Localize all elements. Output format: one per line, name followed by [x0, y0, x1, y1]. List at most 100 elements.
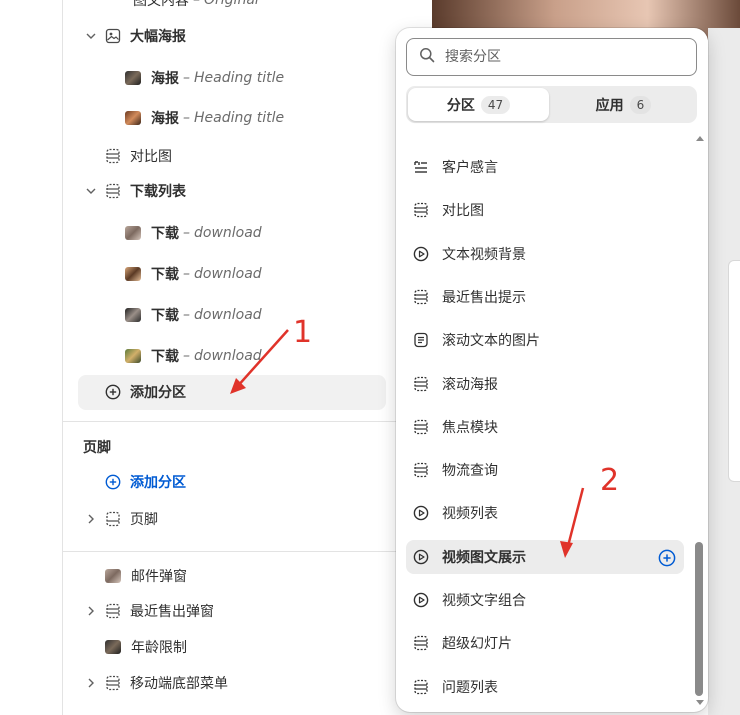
tree-item-label: 下载列表 [130, 184, 186, 200]
section-list-item[interactable]: 问题列表 [406, 670, 684, 704]
tree-item-recent-sold-popup[interactable]: 最近售出弹窗 [105, 594, 214, 628]
tree-item-label: 下载 [151, 308, 179, 324]
footer-group-heading: 页脚 [83, 430, 111, 464]
tree-item-age-gate[interactable]: 年龄限制 [105, 630, 187, 664]
download-thumbnail [125, 308, 141, 322]
tree-item-footer[interactable]: 页脚 [105, 502, 158, 536]
chevron-right-icon[interactable] [83, 603, 99, 619]
section-picker-popover: 分区 47 应用 6 客户感言对比图文本视频背景最近售出提示滚动文本的图片滚动海… [396, 28, 708, 712]
tree-item-subtitle: download [194, 266, 262, 282]
section-icon [413, 635, 429, 651]
tree-block-download[interactable]: 下载 – download [125, 257, 262, 291]
tree-item-subtitle: Heading title [194, 110, 285, 126]
section-list-item[interactable]: 滚动海报 [406, 367, 684, 401]
add-section-plus-icon[interactable] [658, 549, 676, 567]
tree-item-label: 大幅海报 [130, 29, 186, 45]
section-list-item-label: 超级幻灯片 [442, 636, 512, 653]
download-thumbnail [125, 349, 141, 363]
plus-circle-icon [105, 384, 121, 400]
tab-apps[interactable]: 应用 6 [552, 88, 695, 121]
section-list-item[interactable]: 视频图文展示 [406, 539, 684, 574]
sections-tree: 图文内容 – Original 大幅海报 海报 – Heading title … [62, 0, 423, 715]
section-list-item-label: 视频列表 [442, 506, 498, 523]
tree-item-mobile-bottom-menu[interactable]: 移动端底部菜单 [105, 666, 228, 700]
section-list-item-label: 客户感言 [442, 160, 498, 176]
tree-item-subtitle: Heading title [194, 70, 285, 86]
search-icon [419, 47, 435, 67]
tree-item-label: 下载 [151, 267, 179, 283]
tree-item-label: 海报 [151, 111, 179, 127]
tree-item-sep: – [183, 307, 190, 323]
tree-item-sep: – [183, 70, 190, 86]
footer-add-section-button[interactable]: 添加分区 [105, 465, 186, 499]
tree-item-banner[interactable]: 大幅海报 [105, 19, 186, 53]
section-list-item-label: 物流查询 [442, 463, 498, 480]
tree-item-label: 对比图 [130, 149, 172, 165]
tree-item-label: 页脚 [130, 512, 158, 528]
quote-icon [413, 159, 429, 175]
section-list-item-label: 文本视频背景 [442, 246, 526, 263]
chevron-down-icon[interactable] [83, 183, 99, 199]
section-list-item[interactable]: 滚动文本的图片 [406, 323, 684, 357]
section-list-item-label: 问题列表 [442, 679, 498, 696]
tree-item-label: 移动端底部菜单 [130, 676, 228, 692]
tree-item-label: 海报 [151, 71, 179, 87]
section-list-item[interactable]: 物流查询 [406, 453, 684, 487]
tree-item-compare[interactable]: 对比图 [105, 139, 172, 173]
add-section-label: 添加分区 [130, 475, 186, 491]
tree-item-label: 下载 [151, 349, 179, 365]
footer-section-icon [105, 511, 121, 527]
section-list-item[interactable]: 最近售出提示 [406, 280, 684, 314]
section-icon [413, 289, 429, 305]
section-list-item[interactable]: 超级幻灯片 [406, 626, 684, 660]
section-list-item-label: 视频图文展示 [442, 549, 526, 566]
poster-thumbnail [125, 111, 141, 125]
section-icon [105, 603, 121, 619]
section-list-item[interactable]: 视频文字组合 [406, 583, 684, 617]
scroll-up-arrow-icon[interactable] [696, 136, 704, 141]
scroll-down-arrow-icon[interactable] [696, 700, 704, 705]
scrollbar-thumb[interactable] [695, 542, 703, 696]
chevron-right-icon[interactable] [83, 675, 99, 691]
add-section-button[interactable]: 添加分区 [105, 375, 186, 409]
tree-item-cut[interactable]: 图文内容 – Original [133, 0, 259, 17]
tree-block-download[interactable]: 下载 – download [125, 298, 262, 332]
section-list-item[interactable]: 焦点模块 [406, 410, 684, 444]
section-icon [105, 148, 121, 164]
tree-block-poster[interactable]: 海报 – Heading title [125, 61, 284, 95]
tree-item-label: 图文内容 [133, 0, 189, 9]
tree-item-email-popup[interactable]: 邮件弹窗 [105, 559, 187, 593]
tree-item-sep: – [193, 0, 200, 8]
footer-heading-label: 页脚 [83, 440, 111, 456]
tree-item-subtitle: Original [204, 0, 259, 8]
email-popup-thumbnail [105, 569, 121, 583]
chevron-right-icon[interactable] [83, 511, 99, 527]
age-gate-thumbnail [105, 640, 121, 654]
tab-sections[interactable]: 分区 47 [408, 88, 549, 121]
section-list-item[interactable]: 视频列表 [406, 496, 684, 530]
tree-item-label: 下载 [151, 226, 179, 242]
tab-count-badge: 47 [480, 95, 511, 114]
chevron-down-icon[interactable] [83, 28, 99, 44]
search-input[interactable] [445, 49, 665, 65]
section-icon [105, 183, 121, 199]
tree-item-download-list[interactable]: 下载列表 [105, 174, 186, 208]
section-list-item[interactable]: 对比图 [406, 193, 684, 227]
tab-count-badge: 6 [629, 95, 652, 114]
play-icon [413, 505, 429, 521]
section-list-item[interactable]: 客户感言 [406, 150, 684, 184]
image-section-icon [105, 28, 121, 44]
section-icon [413, 419, 429, 435]
section-list-item-label: 焦点模块 [442, 419, 498, 436]
tab-label: 应用 [595, 97, 624, 114]
play-icon [413, 246, 429, 262]
search-field[interactable] [406, 38, 697, 76]
section-list-item-label: 最近售出提示 [442, 289, 526, 306]
tree-block-download[interactable]: 下载 – download [125, 339, 262, 373]
section-list-item[interactable]: 文本视频背景 [406, 237, 684, 271]
tab-label: 分区 [446, 97, 475, 114]
divider [63, 551, 423, 552]
tree-block-download[interactable]: 下载 – download [125, 216, 262, 250]
tree-block-poster[interactable]: 海报 – Heading title [125, 101, 284, 135]
tree-item-label: 邮件弹窗 [131, 569, 187, 585]
